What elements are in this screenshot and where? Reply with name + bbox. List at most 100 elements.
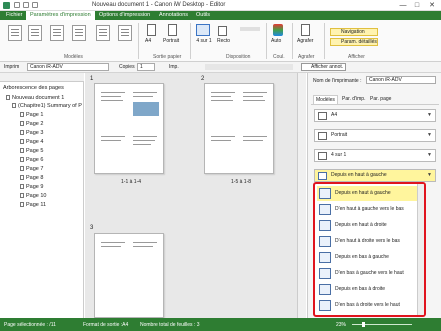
paper-size-icon[interactable] (147, 24, 156, 36)
tree-page[interactable]: Page 4 (20, 139, 43, 145)
dropdown-scrollbar[interactable] (417, 184, 424, 315)
staple-icon[interactable] (301, 24, 310, 36)
order-bottom-left-up-icon (319, 268, 331, 279)
tree-page[interactable]: Page 1 (20, 112, 43, 118)
group-label-modeles: Modèles (64, 54, 83, 60)
tree-page-label: Page 3 (26, 130, 44, 136)
preview-sheet-2[interactable] (204, 83, 274, 174)
tree-page[interactable]: Page 9 (20, 184, 43, 190)
print-imp-button[interactable]: Imp. (169, 64, 179, 70)
duplex-button[interactable]: Recto (217, 38, 230, 44)
minimize-button[interactable]: — (396, 1, 410, 10)
tree-page[interactable]: Page 5 (20, 148, 43, 154)
tab-par-page[interactable]: Par. page (368, 95, 393, 103)
tab-par-imp[interactable]: Par. d'imp. (340, 95, 367, 103)
copies-label: Copies (119, 64, 135, 70)
sheet-number: 1 (90, 76, 94, 82)
tab-annotations[interactable]: Annotations (155, 11, 192, 20)
tree-page[interactable]: Page 11 (20, 202, 46, 208)
ribbon-separator (266, 23, 267, 59)
undo-icon[interactable] (23, 2, 29, 8)
template-thumb-6[interactable] (118, 25, 132, 41)
details-button[interactable]: Param. détaillés (330, 38, 378, 46)
duplex-icon[interactable] (218, 26, 227, 36)
page-icon (20, 121, 24, 127)
printer-select[interactable]: Canon iR-ADV (27, 63, 109, 71)
orientation-icon[interactable] (168, 24, 177, 36)
nup-button[interactable]: 4 sur 1 (195, 38, 213, 44)
color-icon[interactable] (273, 24, 283, 36)
redo-icon[interactable] (32, 2, 38, 8)
template-thumb-4[interactable] (72, 25, 86, 41)
tab-fichier[interactable]: Fichier (2, 11, 27, 20)
tab-modeles[interactable]: Modèles (313, 95, 338, 104)
template-thumb-5[interactable] (96, 25, 110, 41)
color-button[interactable]: Auto (271, 38, 281, 44)
staple-button[interactable]: Agrafer (297, 38, 313, 44)
page-order-combo[interactable]: Depuis en haut à gauche ▼ (314, 169, 436, 182)
order-option[interactable]: D'en bas à droite vers le haut (317, 298, 421, 313)
tree-page[interactable]: Page 8 (20, 175, 43, 181)
orientation-button[interactable]: Portrait (163, 38, 179, 44)
maximize-button[interactable]: □ (410, 1, 424, 10)
order-option-label: Depuis en haut à gauche (335, 190, 391, 196)
chevron-down-icon: ▼ (427, 152, 432, 158)
tab-outils[interactable]: Outils (192, 11, 214, 20)
portrait-icon (318, 132, 327, 140)
close-button[interactable]: ✕ (425, 1, 439, 10)
preview-scrollbar[interactable] (297, 73, 306, 318)
zoom-slider[interactable] (352, 324, 412, 325)
sheet-caption: 1-5 à 1-8 (231, 179, 252, 185)
tree-root-label: Nouveau document 1 (12, 95, 65, 101)
order-option[interactable]: D'en haut à gauche vers le bas (317, 202, 421, 217)
tree-page-label: Page 1 (26, 112, 44, 118)
order-option[interactable]: Depuis en haut à gauche (317, 186, 421, 201)
template-thumb-2[interactable] (28, 25, 42, 41)
ribbon-separator (324, 23, 325, 59)
tree-page[interactable]: Page 2 (20, 121, 43, 127)
tree-page-label: Page 2 (26, 121, 44, 127)
page-icon (20, 202, 24, 208)
tab-parametres-impression[interactable]: Paramètres d'impression (26, 11, 95, 20)
paper-size-combo[interactable]: A4 ▼ (314, 109, 436, 122)
ribbon-tabs: Fichier Paramètres d'impression Options … (0, 11, 441, 20)
copies-input[interactable]: 1 (137, 63, 155, 71)
nup-icon[interactable] (196, 24, 210, 36)
disposition-extra (240, 27, 260, 31)
template-thumb-1[interactable] (8, 25, 22, 41)
tree-page[interactable]: Page 3 (20, 130, 43, 136)
tree-page[interactable]: Page 7 (20, 166, 43, 172)
preview-sheet-3[interactable] (94, 233, 164, 318)
nup-combo[interactable]: 4 sur 1 ▼ (314, 149, 436, 162)
preview-sheet-1[interactable] (94, 83, 164, 174)
tree-page[interactable]: Page 10 (20, 193, 47, 199)
printer-name-select[interactable]: Canon iR-ADV (366, 76, 436, 84)
orientation-combo[interactable]: Portrait ▼ (314, 129, 436, 142)
show-annotations-toggle[interactable]: Afficher annot. (301, 63, 346, 71)
order-option[interactable]: D'en haut à droite vers le bas (317, 234, 421, 249)
navigation-button[interactable]: Navigation (330, 28, 378, 36)
save-icon[interactable] (14, 2, 20, 8)
order-option[interactable]: Depuis en bas à gauche (317, 250, 421, 265)
template-thumb-3[interactable] (50, 25, 64, 41)
page-icon (20, 139, 24, 145)
tree-root[interactable]: Nouveau document 1 (6, 95, 64, 101)
zoom-slider-thumb[interactable] (362, 322, 365, 327)
printer-label: Imprim (4, 64, 20, 70)
tree-page-label: Page 5 (26, 148, 44, 154)
group-label-coul: Coul. (273, 54, 285, 60)
tab-options-impression[interactable]: Options d'impression (95, 11, 154, 20)
order-option[interactable]: Depuis en haut à droite (317, 218, 421, 233)
page-icon (20, 193, 24, 199)
page-icon (20, 130, 24, 136)
paper-size-button[interactable]: A4 (145, 38, 151, 44)
tree-page-label: Page 7 (26, 166, 44, 172)
order-option-label: D'en haut à gauche vers le bas (335, 206, 404, 212)
order-option[interactable]: D'en bas à gauche vers le haut (317, 266, 421, 281)
print-toolbar: Imprim Canon iR-ADV Copies 1 Imp. Affich… (0, 62, 441, 73)
title-bar: Nouveau document 1 - Canon iW Desktop - … (0, 0, 441, 11)
order-option[interactable]: Depuis en bas à droite (317, 282, 421, 297)
order-top-left-down-icon (319, 204, 331, 215)
tree-page[interactable]: Page 6 (20, 157, 43, 163)
tree-chapter[interactable]: (Chapitre1) Summary of P (12, 103, 82, 109)
